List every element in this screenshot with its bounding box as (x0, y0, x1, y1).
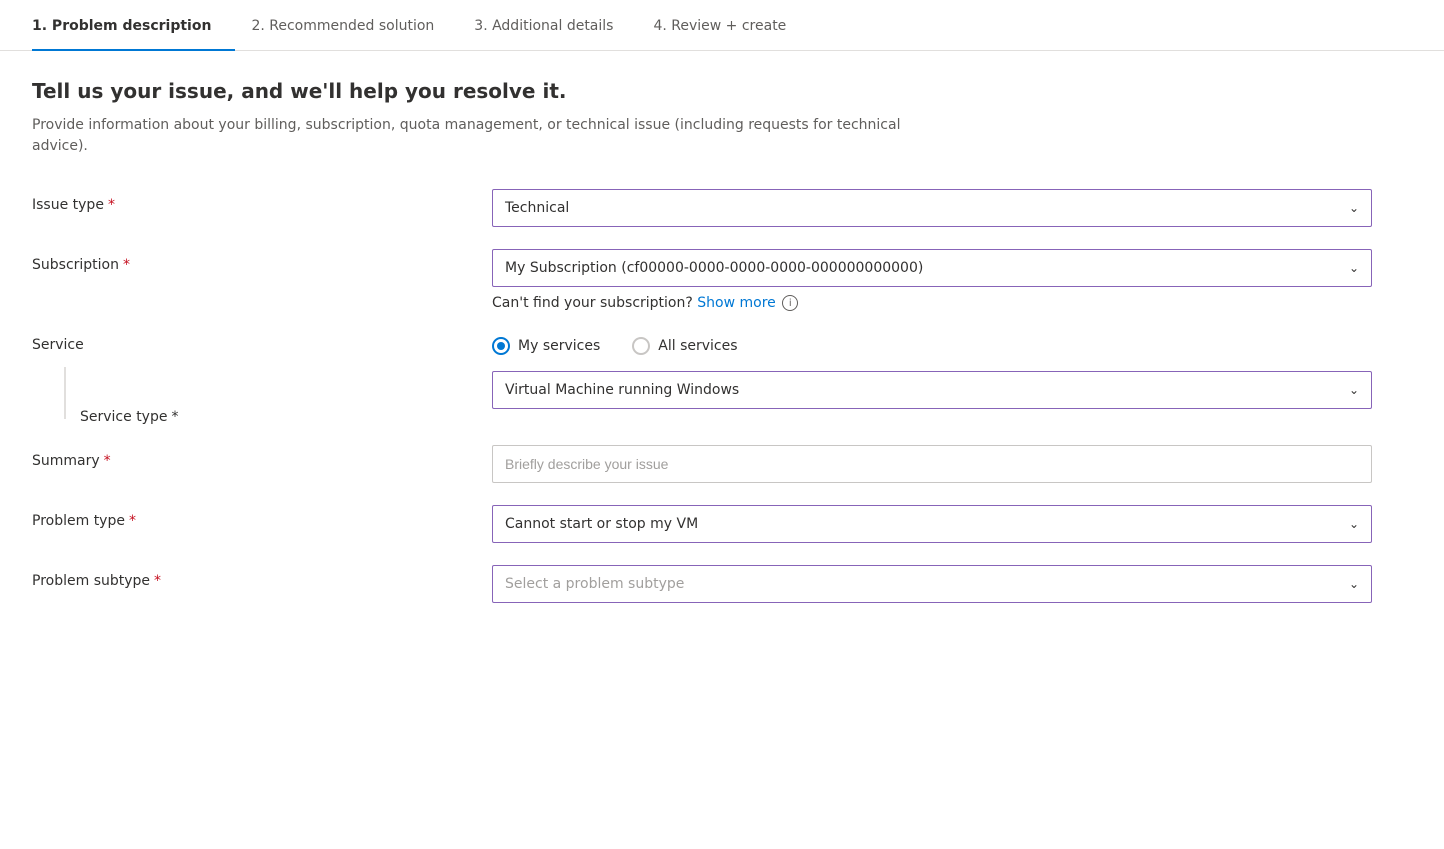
problem-subtype-required: * (154, 573, 161, 589)
issue-type-row: Issue type * Technical ⌄ (32, 189, 1412, 229)
issue-type-control: Technical ⌄ (492, 189, 1372, 227)
info-icon[interactable]: i (782, 295, 798, 311)
service-label-column: Service Service type * (32, 331, 492, 425)
tab-additional-details[interactable]: 3. Additional details (474, 0, 637, 50)
problem-subtype-chevron-icon: ⌄ (1349, 577, 1359, 591)
service-type-chevron-icon: ⌄ (1349, 383, 1359, 397)
my-services-option[interactable]: My services (492, 337, 600, 355)
service-type-dropdown[interactable]: Virtual Machine running Windows ⌄ (492, 371, 1372, 409)
service-control-column: My services All services Virtual Machine… (492, 331, 1372, 409)
summary-required: * (104, 453, 111, 469)
subscription-control: My Subscription (cf00000-0000-0000-0000-… (492, 249, 1372, 311)
subscription-row: Subscription * My Subscription (cf00000-… (32, 249, 1412, 311)
all-services-label: All services (658, 338, 737, 354)
summary-label: Summary * (32, 445, 492, 469)
issue-type-label: Issue type * (32, 189, 492, 213)
issue-type-required: * (108, 197, 115, 213)
summary-row: Summary * (32, 445, 1412, 485)
wizard-tabs: 1. Problem description 2. Recommended so… (0, 0, 1444, 51)
summary-input[interactable] (492, 445, 1372, 483)
my-services-radio[interactable] (492, 337, 510, 355)
indent-bar (64, 367, 66, 419)
service-type-required: * (171, 409, 178, 425)
subscription-dropdown[interactable]: My Subscription (cf00000-0000-0000-0000-… (492, 249, 1372, 287)
subscription-label: Subscription * (32, 249, 492, 273)
tab-recommended-solution[interactable]: 2. Recommended solution (251, 0, 458, 50)
problem-subtype-label: Problem subtype * (32, 565, 492, 589)
tab-review-create[interactable]: 4. Review + create (653, 0, 810, 50)
subscription-required: * (123, 257, 130, 273)
issue-type-chevron-icon: ⌄ (1349, 201, 1359, 215)
subscription-chevron-icon: ⌄ (1349, 261, 1359, 275)
page-description: Provide information about your billing, … (32, 115, 932, 157)
service-type-label: Service type * (32, 353, 492, 425)
show-more-link[interactable]: Show more (697, 295, 776, 311)
problem-type-chevron-icon: ⌄ (1349, 517, 1359, 531)
service-radio-group: My services All services (492, 331, 1372, 355)
problem-subtype-row: Problem subtype * Select a problem subty… (32, 565, 1412, 605)
summary-control (492, 445, 1372, 483)
my-services-label: My services (518, 338, 600, 354)
problem-type-row: Problem type * Cannot start or stop my V… (32, 505, 1412, 545)
all-services-option[interactable]: All services (632, 337, 737, 355)
tab-problem-description[interactable]: 1. Problem description (32, 0, 235, 50)
problem-subtype-dropdown[interactable]: Select a problem subtype ⌄ (492, 565, 1372, 603)
problem-type-required: * (129, 513, 136, 529)
all-services-radio[interactable] (632, 337, 650, 355)
problem-type-label: Problem type * (32, 505, 492, 529)
service-group-row: Service Service type * My services (32, 331, 1412, 425)
page-title: Tell us your issue, and we'll help you r… (32, 79, 1412, 103)
issue-type-dropdown[interactable]: Technical ⌄ (492, 189, 1372, 227)
subscription-hint: Can't find your subscription? Show more … (492, 295, 1372, 311)
main-content: Tell us your issue, and we'll help you r… (0, 51, 1444, 653)
problem-type-control: Cannot start or stop my VM ⌄ (492, 505, 1372, 543)
problem-subtype-control: Select a problem subtype ⌄ (492, 565, 1372, 603)
service-label: Service (32, 331, 492, 353)
problem-type-dropdown[interactable]: Cannot start or stop my VM ⌄ (492, 505, 1372, 543)
